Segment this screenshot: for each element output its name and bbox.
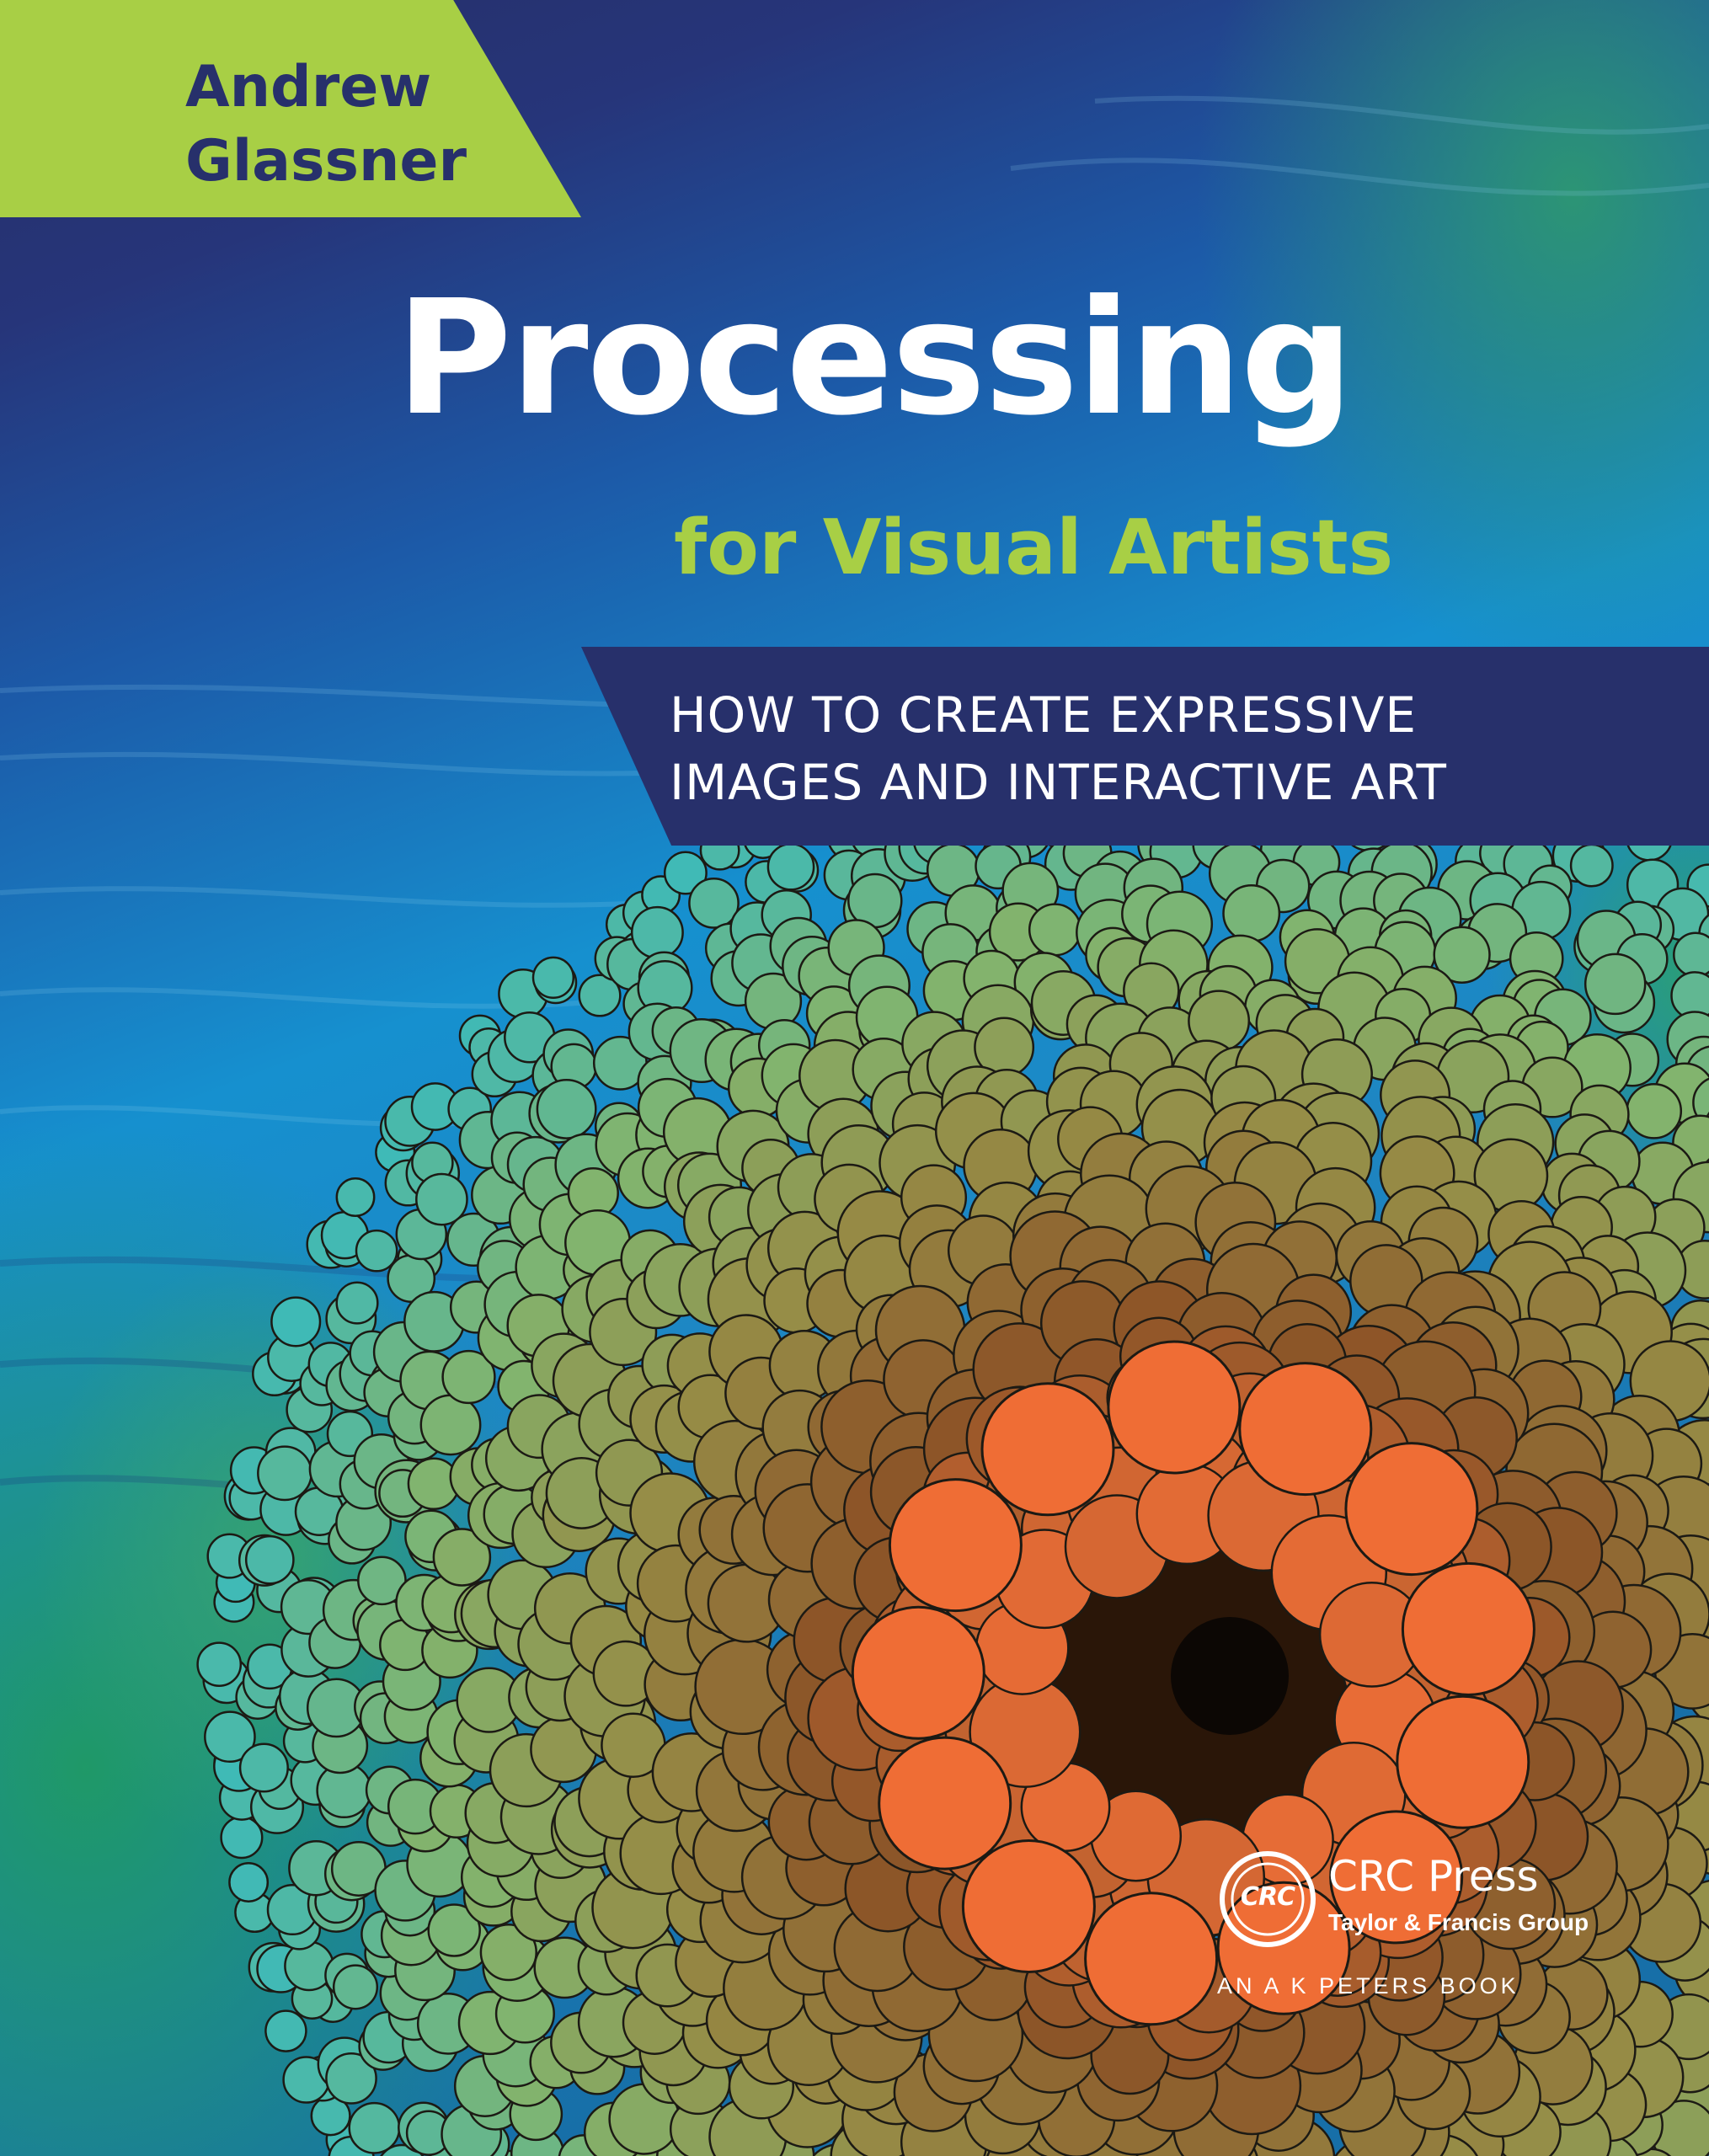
art-tube-disc: [1626, 1082, 1683, 1139]
art-inner-disc: [1396, 1694, 1530, 1829]
publisher-imprint: AN A K PETERS BOOK: [1217, 1973, 1519, 1999]
art-tube-disc: [257, 1445, 312, 1502]
art-inner-disc: [980, 1382, 1115, 1517]
art-tube-disc: [332, 1964, 379, 2010]
art-tube-disc: [419, 1394, 482, 1456]
art-tube-disc: [270, 1296, 322, 1348]
author-first-name: Andrew: [185, 54, 432, 120]
art-tube-disc: [1673, 931, 1709, 978]
art-inner-disc: [1107, 1340, 1242, 1475]
art-tube-disc: [1028, 903, 1082, 957]
art-tube-disc: [335, 1177, 376, 1217]
art-inner-disc: [1238, 1362, 1373, 1497]
tagline-line-2: IMAGES AND INTERACTIVE ART: [670, 754, 1447, 811]
art-tube-disc: [348, 2101, 401, 2154]
art-inner-disc: [851, 1605, 985, 1740]
art-tube-disc: [1222, 884, 1281, 942]
art-tube-disc: [228, 1862, 270, 1903]
publisher-group: Taylor & Francis Group: [1328, 1909, 1589, 1935]
art-inner-disc: [1344, 1442, 1479, 1577]
tagline-band: [581, 647, 1709, 846]
art-tube-disc: [688, 878, 740, 929]
art-tube-disc: [531, 956, 575, 999]
art-tube-disc: [630, 905, 684, 959]
art-inner-disc: [888, 1478, 1023, 1613]
publisher-name: CRC Press: [1328, 1852, 1539, 1901]
art-tube-disc: [264, 2009, 307, 2052]
book-title: Processing: [396, 266, 1354, 451]
art-inner-disc: [1401, 1561, 1535, 1696]
art-tube-disc: [335, 1281, 379, 1325]
art-inner-disc: [878, 1736, 1012, 1870]
art-tube-disc: [536, 1078, 597, 1139]
art-center-hole: [1171, 1617, 1289, 1735]
art-tube-disc: [766, 842, 815, 891]
art-inner-disc: [961, 1839, 1096, 1973]
publisher-block: CRC CRC Press Taylor & Francis Group AN …: [1217, 1849, 1589, 2000]
art-tube-disc: [1569, 843, 1614, 888]
tagline-line-1: HOW TO CREATE EXPRESSIVE: [670, 686, 1418, 744]
art-tube-disc: [238, 1742, 289, 1793]
art-tube-disc: [1583, 953, 1647, 1016]
art-tube-disc: [244, 1534, 295, 1585]
art-tube-disc: [196, 1641, 243, 1688]
book-subtitle: for Visual Artists: [674, 504, 1394, 592]
book-cover: Andrew Glassner Processing for Visual Ar…: [0, 0, 1709, 2156]
author-last-name: Glassner: [185, 128, 467, 195]
art-tube-disc: [355, 1229, 398, 1273]
crc-logo-text: CRC: [1240, 1882, 1295, 1912]
art-inner-disc: [1084, 1892, 1219, 2026]
